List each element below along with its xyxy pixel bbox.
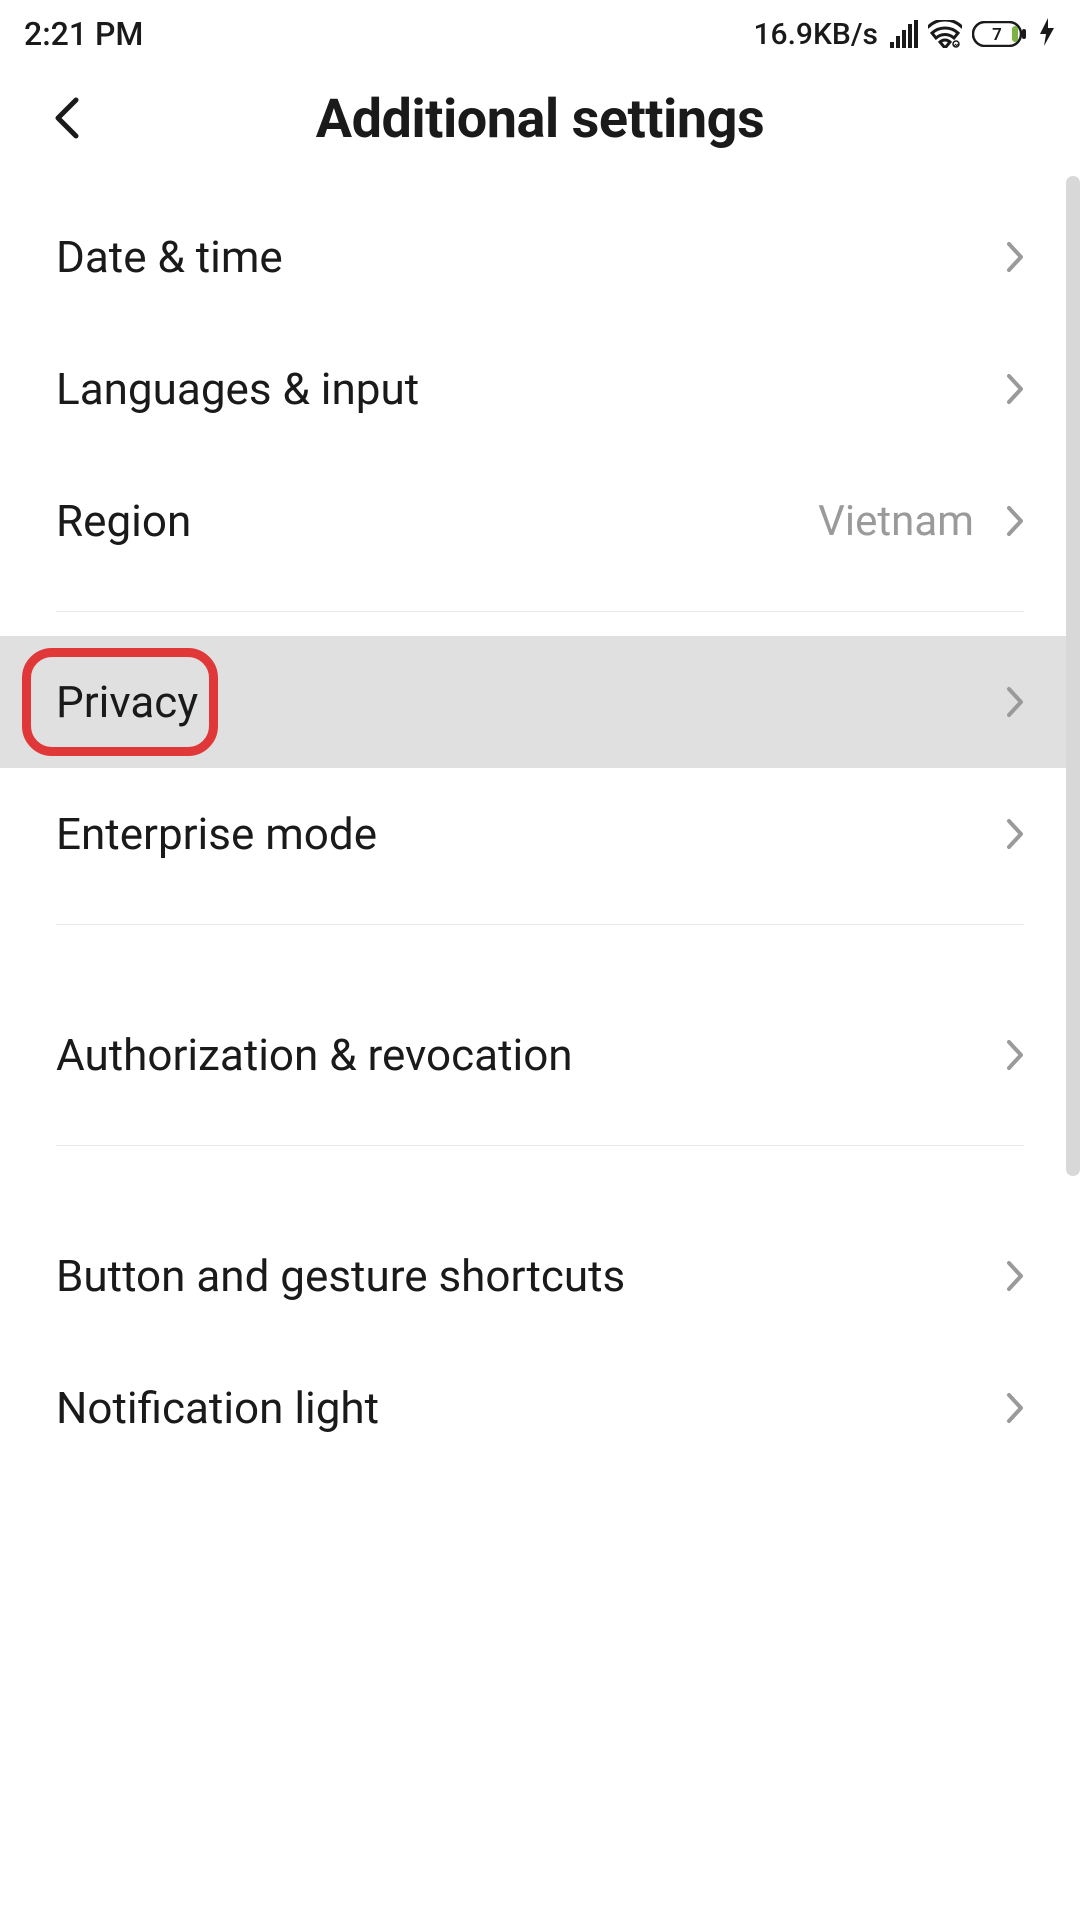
settings-item-label: Button and gesture shortcuts [56, 1250, 625, 1302]
signal-icon [888, 20, 918, 48]
settings-item-button-gesture[interactable]: Button and gesture shortcuts [0, 1210, 1080, 1342]
divider [56, 1145, 1024, 1146]
settings-item-label: Region [56, 495, 191, 547]
section-gap [0, 949, 1080, 989]
header: Additional settings [0, 64, 1080, 191]
chevron-right-icon [1006, 1260, 1024, 1292]
chevron-right-icon [1006, 1392, 1024, 1424]
settings-item-notification-light[interactable]: Notification light [0, 1342, 1080, 1474]
page-title: Additional settings [52, 88, 1028, 151]
settings-list: Date & time Languages & input Region Vie… [0, 191, 1080, 1474]
chevron-right-icon [1006, 818, 1024, 850]
settings-item-label: Authorization & revocation [56, 1029, 573, 1081]
settings-item-enterprise[interactable]: Enterprise mode [0, 768, 1080, 900]
divider [56, 611, 1024, 612]
chevron-right-icon [1006, 1039, 1024, 1071]
settings-item-label: Date & time [56, 231, 283, 283]
chevron-right-icon [1006, 505, 1024, 537]
status-indicators: 16.9KB/s 7 [753, 17, 1056, 52]
status-bar: 2:21 PM 16.9KB/s 7 [0, 0, 1080, 64]
battery-icon: 7 [972, 21, 1028, 47]
settings-item-authorization[interactable]: Authorization & revocation [0, 989, 1080, 1121]
settings-item-languages[interactable]: Languages & input [0, 323, 1080, 455]
settings-item-region[interactable]: Region Vietnam [0, 455, 1080, 587]
charging-icon [1038, 18, 1056, 50]
status-time: 2:21 PM [24, 15, 143, 53]
svg-text:7: 7 [992, 25, 1002, 45]
chevron-right-icon [1006, 241, 1024, 273]
settings-item-privacy[interactable]: Privacy [0, 636, 1080, 768]
settings-item-label: Notification light [56, 1382, 379, 1434]
settings-item-value: Vietnam [818, 497, 974, 546]
network-speed: 16.9KB/s [753, 17, 878, 52]
settings-item-date-time[interactable]: Date & time [0, 191, 1080, 323]
chevron-right-icon [1006, 373, 1024, 405]
wifi-icon [928, 20, 962, 48]
section-gap [0, 1170, 1080, 1210]
scroll-indicator[interactable] [1066, 176, 1080, 1176]
chevron-right-icon [1006, 686, 1024, 718]
back-button[interactable] [52, 96, 80, 140]
divider [56, 924, 1024, 925]
settings-item-label: Enterprise mode [56, 808, 377, 860]
settings-item-label: Privacy [56, 676, 198, 728]
settings-item-label: Languages & input [56, 363, 419, 415]
